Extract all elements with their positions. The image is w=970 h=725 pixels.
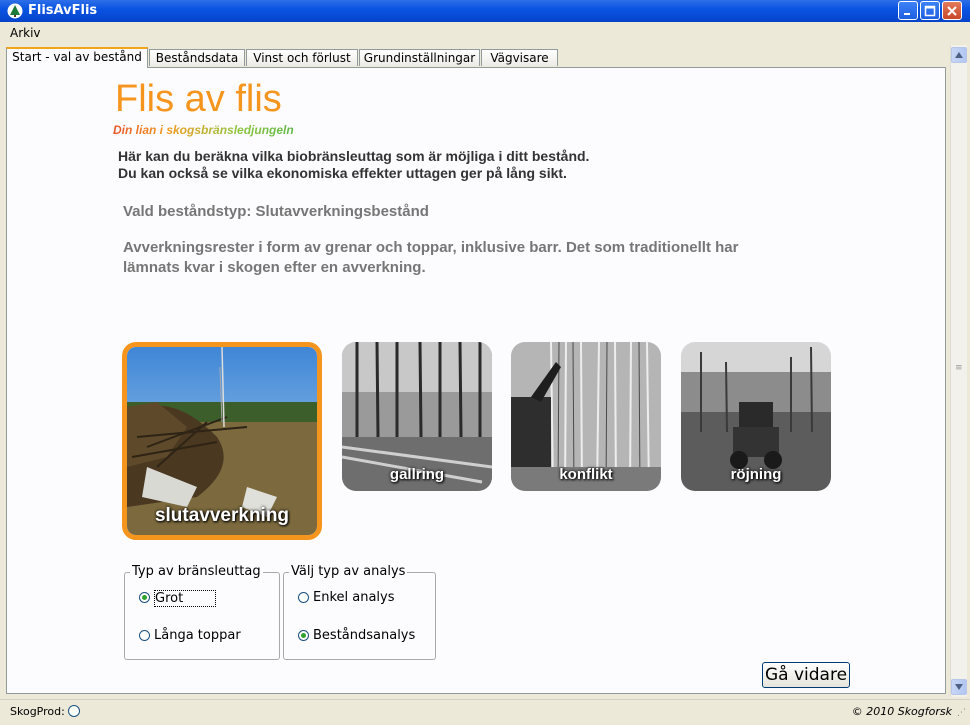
radio-unchecked-indicator[interactable] [139,630,150,641]
radio-bestandsanalys-label: Beståndsanalys [313,628,416,643]
copyright-text: © 2010 Skogforsk [851,705,952,718]
fuel-type-group: Typ av bränsleuttag Grot Långa toppar [124,564,280,660]
radio-enkel-analys[interactable]: Enkel analys [298,590,418,608]
radio-grot[interactable]: Grot [139,590,265,608]
status-bar: SkogProd: © 2010 Skogforsk ⋰ [0,699,970,724]
title-bar[interactable]: FlisAvFlis [0,0,970,22]
radio-langa-toppar-label: Långa toppar [154,628,241,643]
tab-vagvisare[interactable]: Vägvisare [481,49,558,66]
stand-card-rojning[interactable]: röjning [681,342,831,491]
radio-checked-indicator[interactable] [139,592,150,603]
tab-bestandsdata[interactable]: Beståndsdata [149,49,245,66]
skogprod-status-indicator [68,705,80,717]
tab-start[interactable]: Start - val av bestånd [6,47,148,68]
brand-tagline: Din lian i skogsbränsledjungeln [113,123,294,137]
intro-line-1: Här kan du beräkna vilka biobränsleuttag… [118,148,590,164]
selected-stand-type: Vald beståndstyp: Slutavverkningsbestånd [123,203,429,220]
stand-card-label: röjning [730,466,782,483]
app-tree-icon [7,3,23,19]
stand-card-label: konflikt [559,466,613,483]
scroll-up-button[interactable] [951,47,967,63]
stand-card-slutavverkning[interactable]: slutavverkning [122,342,322,540]
radio-enkel-analys-label: Enkel analys [313,590,395,605]
intro-text: Här kan du beräkna vilka biobränsleuttag… [118,148,589,182]
stand-card-konflikt[interactable]: konflikt [511,342,661,491]
scroll-down-button[interactable] [951,679,967,695]
intro-line-2: Du kan också se vilka ekonomiska effekte… [118,165,567,181]
minimize-button[interactable] [898,1,918,20]
resize-grip-icon[interactable]: ⋰ [957,708,966,718]
analysis-type-group-title: Välj typ av analys [289,564,408,579]
menu-arkiv[interactable]: Arkiv [10,26,41,40]
close-button[interactable] [942,1,962,20]
fuel-type-group-title: Typ av bränsleuttag [130,564,263,579]
maximize-button[interactable] [920,1,940,20]
app-window: FlisAvFlis Arkiv Start - val av bestånd … [0,0,970,725]
stand-card-label: slutavverkning [154,505,290,526]
radio-langa-toppar[interactable]: Långa toppar [139,628,269,646]
stand-type-description: Avverkningsrester i form av grenar och t… [123,239,739,276]
radio-unchecked-indicator[interactable] [298,592,309,603]
skogprod-label: SkogProd: [10,705,65,718]
brand-title: Flis av flis [115,78,282,120]
stand-card-gallring[interactable]: gallring [342,342,492,491]
vertical-scrollbar[interactable]: ≡ [950,45,967,697]
scrollbar-grip-icon: ≡ [955,363,963,373]
radio-bestandsanalys[interactable]: Beståndsanalys [298,628,428,646]
window-title: FlisAvFlis [28,3,98,18]
radio-grot-label: Grot [154,590,217,607]
stand-card-label: gallring [389,466,445,483]
tab-vinst-och-forlust[interactable]: Vinst och förlust [246,49,358,66]
continue-button[interactable]: Gå vidare [762,662,850,688]
analysis-type-group: Välj typ av analys Enkel analys Bestånds… [283,564,436,660]
radio-checked-indicator[interactable] [298,630,309,641]
menu-bar: Arkiv [0,23,970,43]
tab-grundinstallningar[interactable]: Grundinställningar [359,49,480,66]
